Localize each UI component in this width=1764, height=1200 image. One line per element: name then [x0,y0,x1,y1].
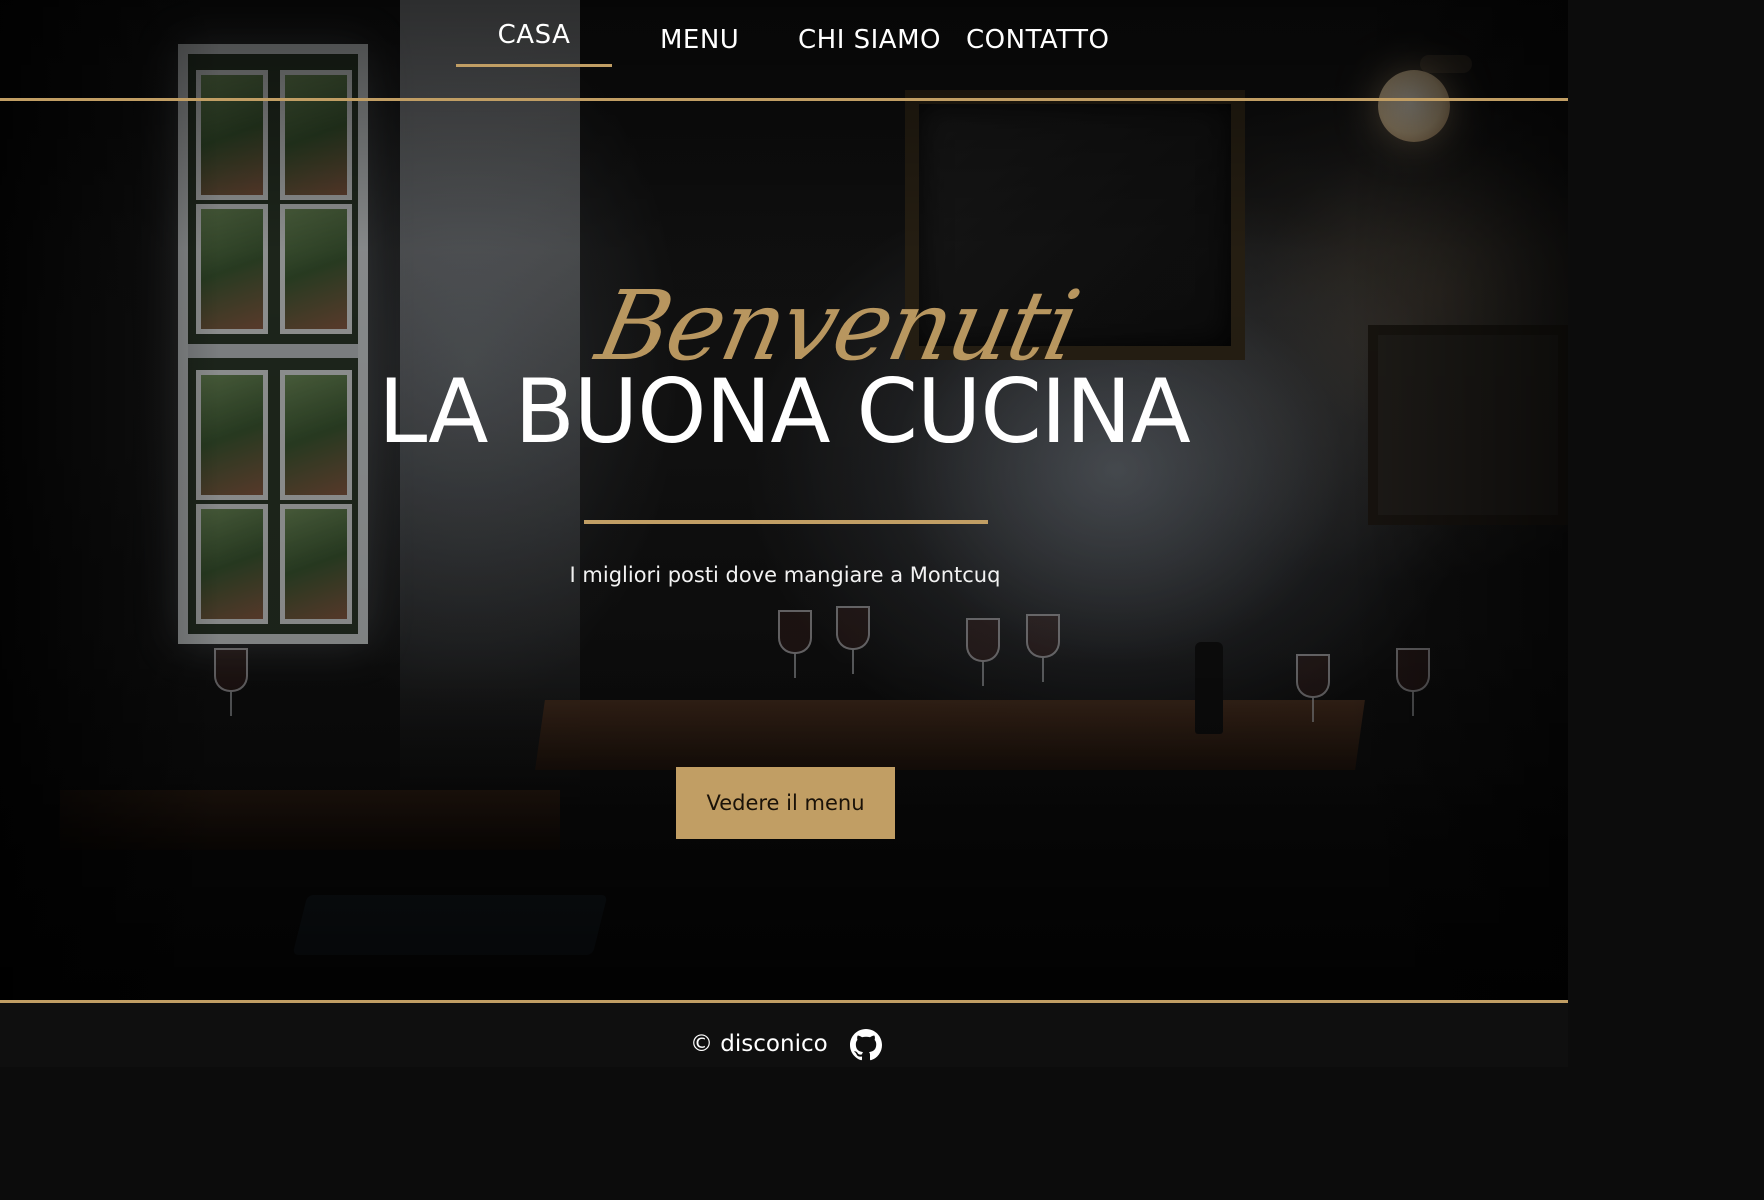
hero-title: LA BUONA CUCINA [378,360,1191,463]
view-menu-button[interactable]: Vedere il menu [676,767,895,839]
active-nav-underline [456,64,612,67]
hero-background-image [0,0,1568,1003]
nav-item-contatto[interactable]: CONTATTO [966,25,1109,55]
dark-overlay [0,0,1568,1003]
nav-item-casa[interactable]: CASA [456,20,612,50]
github-icon-graphic [850,1029,882,1061]
main-nav: CASA MENU CHI SIAMO CONTATTO [0,0,1568,100]
page: CASA MENU CHI SIAMO CONTATTO Benvenuti L… [0,0,1568,1067]
nav-item-chi-siamo[interactable]: CHI SIAMO [798,25,941,55]
nav-item-menu[interactable]: MENU [660,25,739,55]
footer: © disconico [0,1003,1568,1067]
github-icon[interactable] [850,1029,882,1061]
hero-divider [584,520,988,524]
hero-subtitle: I migliori posti dove mangiare a Montcuq [569,563,1001,587]
footer-copyright: © disconico [690,1031,828,1057]
header-divider [0,98,1568,101]
